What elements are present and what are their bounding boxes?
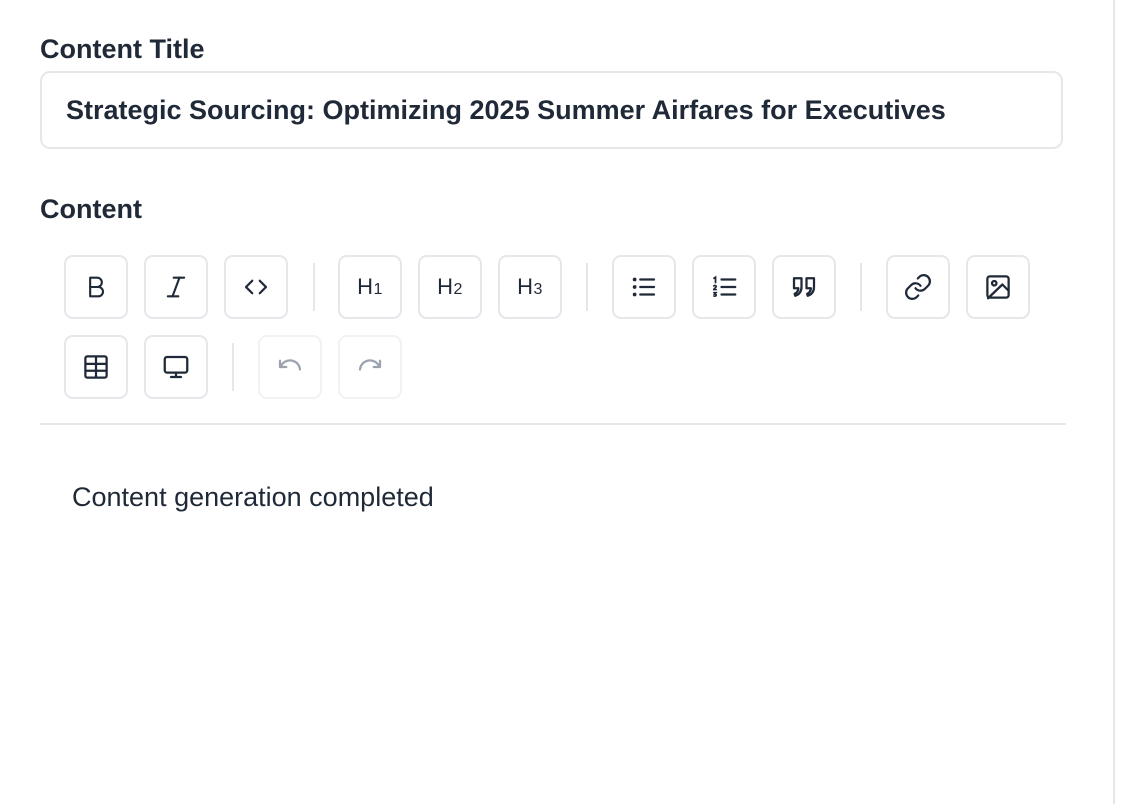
heading-2-label: H2 — [437, 274, 463, 299]
toolbar-divider — [40, 423, 1066, 425]
bold-button[interactable] — [64, 255, 128, 319]
table-icon — [81, 352, 111, 382]
redo-icon — [355, 352, 385, 382]
toolbar-separator — [586, 263, 588, 311]
heading-1-button[interactable]: H1 — [338, 255, 402, 319]
bullet-list-button[interactable] — [612, 255, 676, 319]
image-icon — [983, 272, 1013, 302]
table-button[interactable] — [64, 335, 128, 399]
ordered-list-icon — [709, 272, 739, 302]
quote-icon — [789, 272, 819, 302]
italic-button[interactable] — [144, 255, 208, 319]
undo-icon — [275, 352, 305, 382]
content-title-label: Content Title — [40, 34, 205, 64]
toolbar-separator — [860, 263, 862, 311]
bullet-list-icon — [629, 272, 659, 302]
link-icon — [903, 272, 933, 302]
blockquote-button[interactable] — [772, 255, 836, 319]
monitor-icon — [161, 352, 191, 382]
heading-2-button[interactable]: H2 — [418, 255, 482, 319]
link-button[interactable] — [886, 255, 950, 319]
code-button[interactable] — [224, 255, 288, 319]
code-icon — [241, 272, 271, 302]
toolbar-separator — [232, 343, 234, 391]
content-label: Content — [40, 194, 142, 224]
preview-button[interactable] — [144, 335, 208, 399]
image-button[interactable] — [966, 255, 1030, 319]
redo-button[interactable] — [338, 335, 402, 399]
heading-1-label: H1 — [357, 274, 383, 299]
editor-body-text[interactable]: Content generation completed — [72, 481, 434, 513]
toolbar-separator — [313, 263, 315, 311]
ordered-list-button[interactable] — [692, 255, 756, 319]
content-title-input[interactable] — [40, 71, 1063, 149]
undo-button[interactable] — [258, 335, 322, 399]
heading-3-label: H3 — [517, 274, 543, 299]
content-editor-page: Content Title Content — [0, 0, 1142, 804]
heading-3-button[interactable]: H3 — [498, 255, 562, 319]
panel-right-border — [1113, 0, 1115, 804]
bold-icon — [82, 273, 110, 301]
italic-icon — [162, 273, 190, 301]
